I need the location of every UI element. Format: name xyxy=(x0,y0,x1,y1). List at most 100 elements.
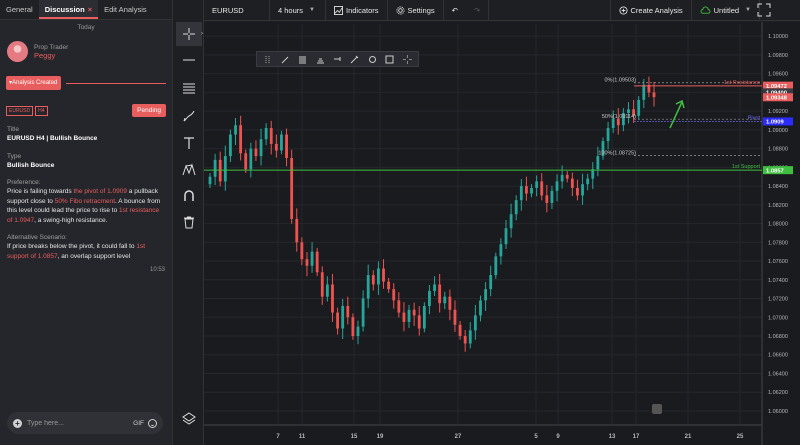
candle xyxy=(213,159,217,177)
symbol-selector[interactable]: EURUSD xyxy=(204,0,270,21)
drag-handle-icon[interactable] xyxy=(263,54,273,64)
tab-edit-analysis[interactable]: Edit Analysis xyxy=(98,0,153,19)
x-tick-label: 11 xyxy=(299,434,306,440)
plus-icon[interactable]: + xyxy=(13,418,22,428)
fib-settings-icon[interactable] xyxy=(367,54,377,64)
fullscreen-icon[interactable] xyxy=(757,3,771,17)
crosshair-tool[interactable] xyxy=(176,22,202,46)
settings-button[interactable]: Settings xyxy=(388,0,444,21)
chart-toolbar: EURUSD 4 hours ▼ Indicators Settings ↶ ↷ … xyxy=(204,0,800,21)
line-icon xyxy=(183,59,195,61)
symbol-badge: EURUSD xyxy=(6,105,34,116)
close-icon[interactable]: × xyxy=(88,5,92,14)
message-time: 10:53 xyxy=(149,267,165,273)
analysis-title: EURUSD H4 | Bullish Bounce xyxy=(7,135,98,142)
crosshair-icon[interactable] xyxy=(402,54,412,64)
alternative-text: If price breaks below the pivot, it coul… xyxy=(7,242,165,261)
candle xyxy=(417,315,421,329)
candle xyxy=(433,284,436,292)
candle xyxy=(208,176,212,185)
style-icon[interactable] xyxy=(315,54,325,64)
candle xyxy=(351,317,355,336)
cloud-icon xyxy=(700,6,711,14)
redo-button[interactable]: ↷ xyxy=(466,0,490,21)
price-chart[interactable]: 1.100001.098001.096001.094001.092001.090… xyxy=(204,22,800,445)
brush-tool[interactable] xyxy=(176,104,202,128)
alert-icon[interactable] xyxy=(332,54,342,64)
x-tick-label: 7 xyxy=(276,434,280,440)
candle xyxy=(438,284,442,304)
y-tick-label: 1.08000 xyxy=(768,222,788,228)
chevron-down-icon: ▼ xyxy=(745,6,751,13)
create-analysis-button[interactable]: Create Analysis xyxy=(609,0,692,21)
candle xyxy=(310,251,314,266)
select-icon[interactable] xyxy=(385,54,395,64)
fib-icon xyxy=(183,83,195,94)
candle xyxy=(234,125,237,135)
emoji-icon[interactable] xyxy=(148,418,157,428)
pref-text: , a swing-high resistance. xyxy=(34,216,108,224)
candle xyxy=(305,259,309,266)
analysis-created-pill: ▾Analysis Created xyxy=(6,76,62,90)
candle xyxy=(397,300,401,313)
gif-button[interactable]: GIF xyxy=(133,420,144,427)
candle xyxy=(514,200,518,215)
candle xyxy=(525,186,528,194)
layers-tool[interactable] xyxy=(176,406,202,430)
x-tick-label: 13 xyxy=(609,434,616,440)
candle xyxy=(570,178,574,188)
pattern-tool[interactable] xyxy=(176,158,202,182)
candle xyxy=(565,174,569,179)
candle xyxy=(652,92,656,98)
line-tool[interactable] xyxy=(176,48,202,72)
timeframe-selector[interactable]: 4 hours ▼ xyxy=(270,0,326,21)
tab-general[interactable]: General xyxy=(0,0,39,19)
candle xyxy=(331,284,334,313)
template-icon[interactable] xyxy=(298,54,308,64)
y-tick-label: 1.07800 xyxy=(768,240,788,246)
expand-icon[interactable]: › xyxy=(201,31,203,37)
candle xyxy=(269,127,273,144)
candle xyxy=(509,214,513,229)
avatar[interactable] xyxy=(7,41,28,62)
trader-name[interactable]: Peggy xyxy=(34,51,68,60)
candle xyxy=(366,275,370,299)
candle xyxy=(325,284,329,297)
timeframe-badge: H4 xyxy=(35,105,48,116)
layout-selector[interactable]: Untitled ▼ xyxy=(692,0,760,21)
candle xyxy=(530,187,533,194)
symbol-label: EURUSD xyxy=(212,5,244,15)
fib-level-label: 50%(1.09114) xyxy=(602,114,636,120)
text-tool[interactable] xyxy=(176,131,202,155)
candle xyxy=(463,335,467,344)
chart-canvas[interactable]: 1.100001.098001.096001.094001.092001.090… xyxy=(204,22,800,445)
day-divider: Today xyxy=(77,24,95,31)
undo-button[interactable]: ↶ xyxy=(444,0,466,21)
candle xyxy=(264,127,268,140)
title-label: Title xyxy=(7,126,20,133)
candle xyxy=(560,174,564,182)
delete-tool[interactable] xyxy=(176,210,202,234)
candle xyxy=(586,178,590,185)
projection-arrow xyxy=(669,99,685,129)
discussion-panel: General Discussion × Edit Analysis Today … xyxy=(0,0,173,445)
y-tick-label: 1.06800 xyxy=(768,334,788,340)
x-tick-label: 25 xyxy=(737,434,744,440)
candle xyxy=(479,300,482,316)
magnet-tool[interactable] xyxy=(176,184,202,208)
y-tick-label: 1.09200 xyxy=(768,109,788,115)
indicators-button[interactable]: Indicators xyxy=(326,0,388,21)
indicators-icon xyxy=(334,5,343,15)
settings-label: Settings xyxy=(407,5,435,15)
candle xyxy=(371,275,375,285)
redo-icon: ↷ xyxy=(473,5,481,15)
candle xyxy=(473,315,477,331)
candle xyxy=(249,148,253,170)
edit-icon[interactable] xyxy=(350,54,360,64)
price-tag-label: 1.0909 xyxy=(766,120,785,126)
message-input[interactable] xyxy=(27,419,134,427)
trader-role: Prop Trader xyxy=(34,43,69,51)
tab-discussion[interactable]: Discussion × xyxy=(38,0,99,19)
pen-icon[interactable] xyxy=(280,54,290,64)
fib-tool[interactable] xyxy=(176,76,202,100)
